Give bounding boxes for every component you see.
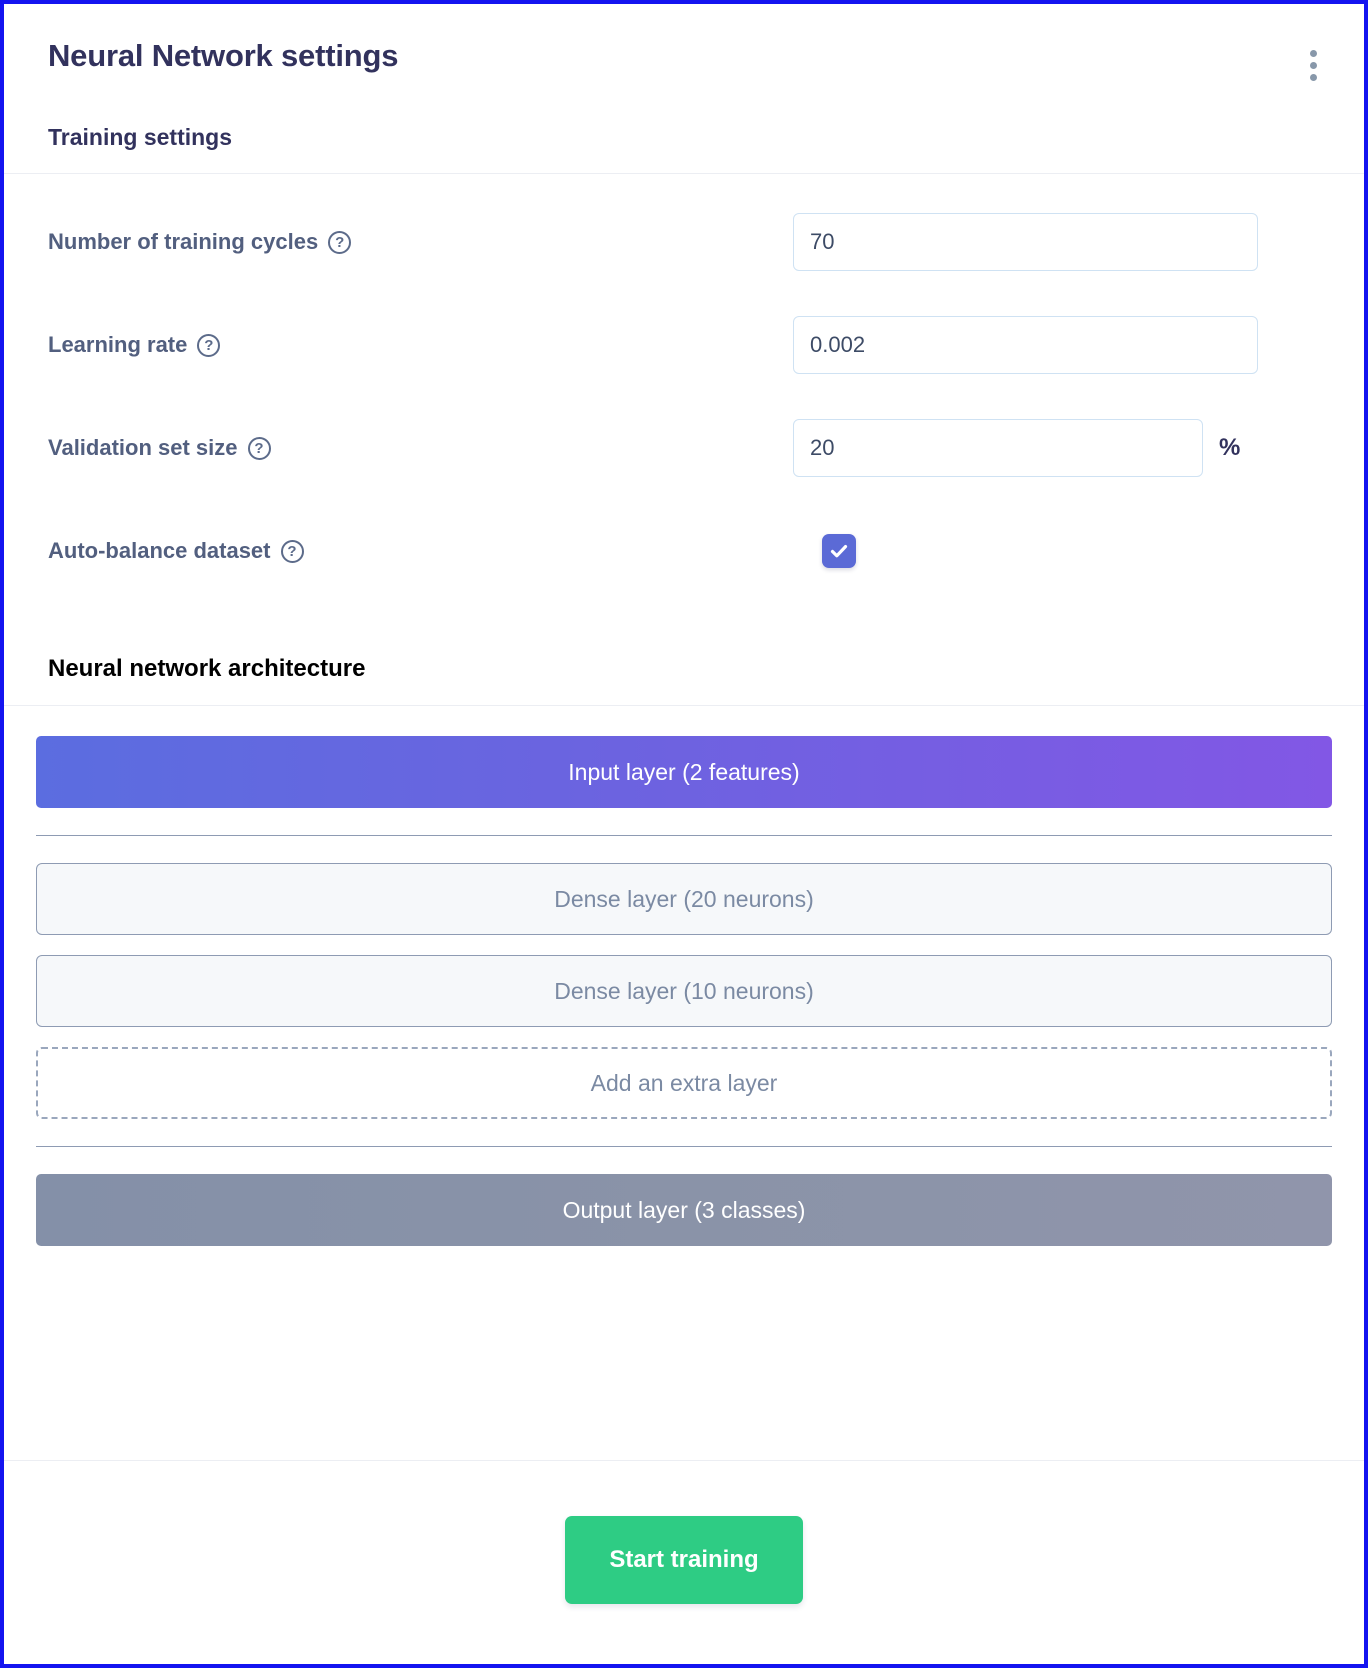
auto-balance-dataset-checkbox[interactable] xyxy=(822,534,856,568)
neural-network-settings-card: Neural Network settings Training setting… xyxy=(4,4,1364,1664)
field-row-training-cycles: Number of training cycles ? xyxy=(48,208,1320,276)
field-wrap-learning-rate xyxy=(793,316,1320,374)
field-row-learning-rate: Learning rate ? xyxy=(48,311,1320,379)
dense-layer-2-label: Dense layer (10 neurons) xyxy=(554,977,814,1004)
checkmark-icon xyxy=(830,545,848,558)
help-circle-icon[interactable]: ? xyxy=(328,230,352,254)
add-extra-layer-label: Add an extra layer xyxy=(590,1069,778,1096)
add-extra-layer-button[interactable]: Add an extra layer xyxy=(36,1047,1332,1119)
page-title: Neural Network settings xyxy=(48,38,399,73)
dense-layer-1-label: Dense layer (20 neurons) xyxy=(554,885,814,912)
training-settings-heading: Training settings xyxy=(48,124,233,150)
card-footer: Start training xyxy=(4,1460,1364,1664)
start-training-button[interactable]: Start training xyxy=(565,1516,803,1604)
label-training-cycles-text: Number of training cycles xyxy=(48,229,319,254)
help-circle-icon[interactable]: ? xyxy=(197,333,221,357)
label-auto-balance-dataset-text: Auto-balance dataset xyxy=(48,538,271,563)
output-layer-bar: Output layer (3 classes) xyxy=(36,1174,1332,1246)
input-layer-bar: Input layer (2 features) xyxy=(36,736,1332,808)
field-wrap-training-cycles xyxy=(793,213,1320,271)
label-validation-set-size-text: Validation set size xyxy=(48,435,238,460)
field-row-validation-set-size: Validation set size ? % xyxy=(48,414,1320,482)
field-wrap-validation-set-size: % xyxy=(793,419,1320,477)
percent-unit-label: % xyxy=(1219,434,1241,461)
training-cycles-input[interactable] xyxy=(793,213,1258,271)
learning-rate-input[interactable] xyxy=(793,316,1258,374)
layer-divider-bottom xyxy=(36,1146,1332,1147)
field-wrap-auto-balance xyxy=(793,534,1320,568)
dense-layer-1[interactable]: Dense layer (20 neurons) xyxy=(36,863,1332,935)
card-header: Neural Network settings xyxy=(4,4,1364,104)
architecture-section-header: Neural network architecture xyxy=(4,605,1364,706)
kebab-dot-2 xyxy=(1309,61,1317,69)
kebab-dot-3 xyxy=(1309,73,1317,81)
page-frame: Neural Network settings Training setting… xyxy=(0,0,1368,1668)
architecture-body: Input layer (2 features) Dense layer (20… xyxy=(4,706,1364,1246)
training-settings-section-header: Training settings xyxy=(4,104,1364,174)
label-validation-set-size: Validation set size ? xyxy=(48,435,793,461)
label-learning-rate: Learning rate ? xyxy=(48,332,793,358)
help-circle-icon[interactable]: ? xyxy=(247,436,271,460)
input-layer-label: Input layer (2 features) xyxy=(568,758,800,785)
field-row-auto-balance-dataset: Auto-balance dataset ? xyxy=(48,517,1320,585)
output-layer-label: Output layer (3 classes) xyxy=(562,1196,806,1223)
label-auto-balance-dataset: Auto-balance dataset ? xyxy=(48,538,793,564)
label-learning-rate-text: Learning rate xyxy=(48,332,188,357)
dense-layer-2[interactable]: Dense layer (10 neurons) xyxy=(36,955,1332,1027)
label-training-cycles: Number of training cycles ? xyxy=(48,229,793,255)
kebab-dot-1 xyxy=(1309,49,1317,57)
training-settings-form: Number of training cycles ? Learning rat… xyxy=(4,174,1364,605)
architecture-heading: Neural network architecture xyxy=(48,655,366,682)
validation-set-size-input[interactable] xyxy=(793,419,1203,477)
help-circle-icon[interactable]: ? xyxy=(280,539,304,563)
layer-divider-top xyxy=(36,835,1332,836)
kebab-menu-icon[interactable] xyxy=(1300,48,1326,82)
